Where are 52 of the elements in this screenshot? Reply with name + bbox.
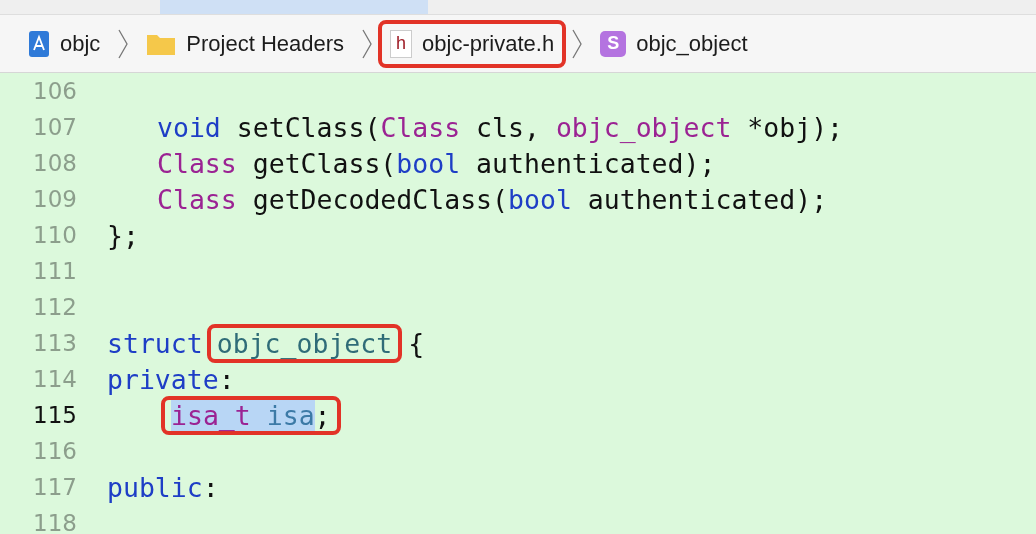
breadcrumb-item[interactable]: objc [16,19,113,68]
line-number: 117 [32,474,77,500]
breadcrumb-label: Project Headers [186,30,345,57]
line-number: 107 [32,114,77,140]
line-number: 108 [32,150,77,176]
code-token: Class [157,183,237,215]
code-token: Class [380,111,461,143]
chevron-icon [362,28,373,59]
line-number: 112 [32,294,77,320]
breadcrumb-label: objc_object [636,30,748,57]
line-number: 115 [32,402,77,428]
code-token: authenticated); [586,183,828,215]
code-token: public [107,471,203,503]
code-token: struct [107,327,203,359]
code-token: : [202,471,219,503]
app-project-icon [28,29,50,58]
line-number: 106 [32,78,77,104]
breadcrumb-item[interactable]: Project Headers [134,20,357,67]
code-token: }; [107,219,139,251]
line-number: 114 [32,366,77,392]
code-token: isa_t [171,399,251,431]
line-number: 113 [32,330,77,356]
code-token: private [107,363,219,395]
code-token: void [157,111,221,143]
code-token: objc_object [555,111,732,143]
code-token: setClass( [235,111,381,143]
struct-icon: S [600,30,627,57]
line-number: 118 [32,510,77,534]
chevron-icon [118,28,129,59]
code-token: isa [265,399,315,431]
code-token: { [408,327,425,359]
breadcrumb-item[interactable]: h objc-private.h [378,19,567,68]
line-number: 110 [32,222,77,248]
code-token: : [218,363,235,395]
breadcrumb-item[interactable]: S objc_object [588,20,760,67]
code-token: *obj); [746,111,844,143]
code-token: cls, [475,111,541,143]
line-number: 116 [32,438,77,464]
chevron-icon [572,28,583,59]
breadcrumb-label: objc [60,30,101,57]
code-token: objc_object [216,327,393,359]
header-file-icon: h [390,29,413,58]
code-token: authenticated); [475,147,716,179]
code-token: Class [157,147,237,179]
line-number: 109 [32,186,77,212]
code-token: bool [508,183,572,215]
breadcrumb-label: objc-private.h [422,30,555,57]
code-token: getDecodedClass( [251,183,508,215]
code-token: bool [396,147,461,179]
line-number: 111 [32,258,77,284]
code-token: getClass( [251,147,397,179]
code-token: ; [314,399,331,431]
